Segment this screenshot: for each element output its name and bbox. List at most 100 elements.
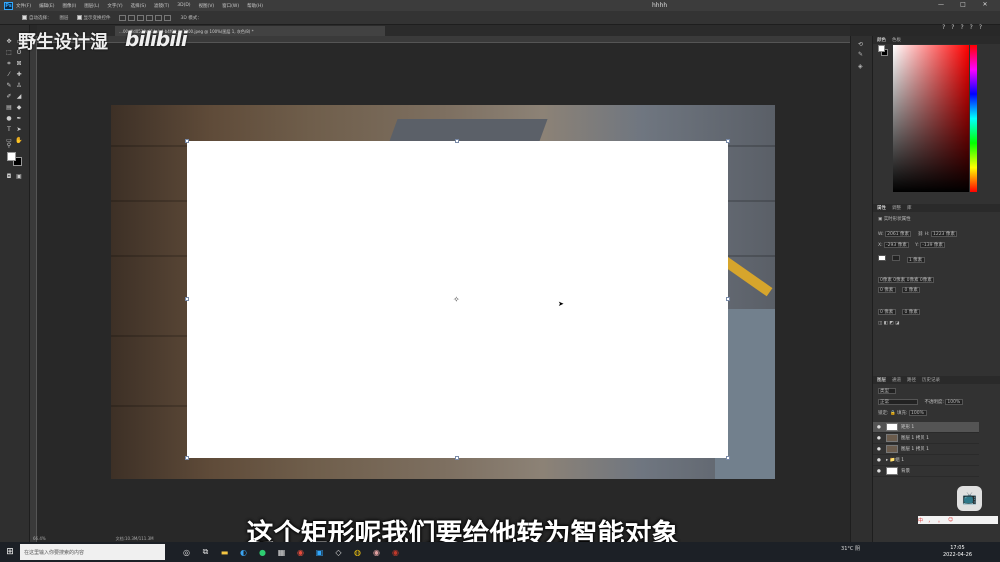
auto-select-dropdown[interactable]: 图层 [60,15,69,21]
transform-handle[interactable] [455,456,459,460]
blend-mode-dropdown[interactable]: 正常 [878,399,918,405]
type-tool-icon[interactable]: T [5,126,13,133]
hue-slider[interactable] [970,45,977,192]
3d-panel-icon[interactable]: ◈ [858,63,866,71]
tab-adjustments[interactable]: 调整 [892,205,901,211]
ime-punct[interactable]: ， [928,517,933,524]
layer-row[interactable]: ● ▸ 📁 组 1 [873,455,979,466]
fill-field[interactable]: 100% [908,410,927,416]
transform-handle[interactable] [185,456,189,460]
help-icon[interactable]: ? [970,24,973,31]
auto-select-option[interactable]: 自动选择： [22,15,52,21]
task-view-icon[interactable]: ◎ [177,542,196,562]
help-icon[interactable]: ? [960,24,963,31]
tab-channels[interactable]: 通道 [892,377,901,383]
align-middle-icon[interactable] [154,14,162,21]
height-field[interactable]: 1223 像素 [930,231,957,237]
menu-window[interactable]: 窗口(W) [222,3,239,9]
transform-handle[interactable] [726,456,730,460]
wechat-icon[interactable]: ● [253,542,272,562]
kind-filter-dropdown[interactable]: 类型 [878,388,896,394]
visibility-eye-icon[interactable]: ● [877,458,883,463]
corner-br-field[interactable]: 0 像素 [902,309,921,315]
crop-tool-icon[interactable]: ⌗ [5,60,13,67]
foreground-color-swatch[interactable] [878,45,885,52]
maximize-button[interactable]: □ [952,1,974,8]
screen-mode-icon[interactable]: ▣ [15,173,23,180]
fill-swatch[interactable] [878,255,886,261]
tab-paths[interactable]: 路径 [907,377,916,383]
clock[interactable]: 17:05 2022-04-26 [943,545,972,559]
app-icon[interactable]: ◉ [386,542,405,562]
menu-help[interactable]: 帮助(H) [247,3,263,9]
eyedropper-tool-icon[interactable]: ⁄ [5,71,13,78]
close-button[interactable]: ✕ [974,1,996,8]
visibility-eye-icon[interactable]: ● [877,425,883,430]
menu-edit[interactable]: 编辑(E) [39,3,54,9]
gradient-tool-icon[interactable]: ▤ [5,104,13,111]
app-icon[interactable]: ◇ [329,542,348,562]
transform-handle[interactable] [726,139,730,143]
show-transform-checkbox[interactable] [76,15,82,20]
menu-file[interactable]: 文件(F) [16,3,31,9]
lock-icon[interactable]: 🔒 [890,411,897,416]
corner-tl-field[interactable]: 0 像素 [878,287,896,293]
corner-tr-field[interactable]: 0 像素 [902,287,921,293]
hand-tool-icon[interactable]: ✋ [15,137,23,144]
layer-row[interactable]: ● 矩形 1 [873,422,979,433]
transform-handle[interactable] [455,139,459,143]
edge-icon[interactable]: ◐ [234,542,253,562]
y-field[interactable]: -139 像素 [920,242,945,248]
menu-filter[interactable]: 滤镜(T) [154,3,169,9]
auto-select-checkbox[interactable] [22,15,27,20]
file-explorer-icon[interactable]: ▬ [215,542,234,562]
ime-emoji[interactable]: ☺ [948,517,953,523]
photoshop-icon[interactable]: ▣ [310,542,329,562]
dodge-tool-icon[interactable]: ● [5,115,13,122]
tab-history[interactable]: 历史记录 [922,377,940,383]
minimize-button[interactable]: — [930,1,952,8]
help-icon[interactable]: ? [951,24,954,31]
layer-row[interactable]: ● 图层 1 拷贝 1 [873,433,979,444]
stroke-swatch[interactable] [892,255,901,261]
visibility-eye-icon[interactable]: ● [877,447,883,452]
x-field[interactable]: -293 像素 [884,242,909,248]
color-picker-field[interactable] [893,45,969,192]
align-top-icon[interactable] [145,14,153,21]
menu-view[interactable]: 视图(V) [199,3,215,9]
corner-radius-field[interactable]: 0像素 0像素 0像素 0像素 [878,277,934,283]
menu-select[interactable]: 选择(S) [131,3,146,9]
visibility-eye-icon[interactable]: ● [877,469,883,474]
show-transform-option[interactable]: 显示变换控件 [76,15,111,21]
zoom-tool-icon[interactable]: ⚲ [5,142,13,149]
tab-properties[interactable]: 属性 [877,205,886,211]
transform-handle[interactable] [726,297,730,301]
align-bottom-icon[interactable] [163,14,171,21]
app-icon[interactable]: ◉ [367,542,386,562]
layer-row[interactable]: ● 背景 [873,466,979,477]
chrome-icon[interactable]: ◉ [291,542,310,562]
brush-tool-icon[interactable]: ✎ [5,82,13,89]
ime-period[interactable]: 。 [938,517,943,524]
frame-tool-icon[interactable]: ⊠ [15,60,23,67]
taskbar-search-input[interactable]: 在这里输入你要搜索的内容 [20,544,165,560]
menu-3d[interactable]: 3D(D) [177,3,190,8]
stamp-tool-icon[interactable]: ♙ [15,82,23,89]
tab-libraries[interactable]: 库 [907,205,912,211]
move-tool-icon[interactable]: ✥ [5,38,13,45]
marquee-tool-icon[interactable]: ⬚ [5,49,13,56]
tab-swatches[interactable]: 色板 [892,37,901,43]
align-right-icon[interactable] [136,14,144,21]
path-select-icon[interactable]: ➤ [15,126,23,133]
history-panel-icon[interactable]: ⟲ [858,41,866,49]
app-icon[interactable]: ◍ [348,542,367,562]
align-center-icon[interactable] [127,14,135,21]
width-field[interactable]: 2061 像素 [885,231,912,237]
windows-start-icon[interactable]: ⊞ [0,542,20,562]
brush-panel-icon[interactable]: ✎ [858,51,866,59]
history-brush-icon[interactable]: ✐ [5,93,13,100]
weather-label[interactable]: 31°C 阴 [841,545,860,552]
menu-type[interactable]: 文字(Y) [107,3,122,9]
quick-mask-icon[interactable]: ◘ [5,173,13,180]
tab-color[interactable]: 颜色 [877,37,886,43]
